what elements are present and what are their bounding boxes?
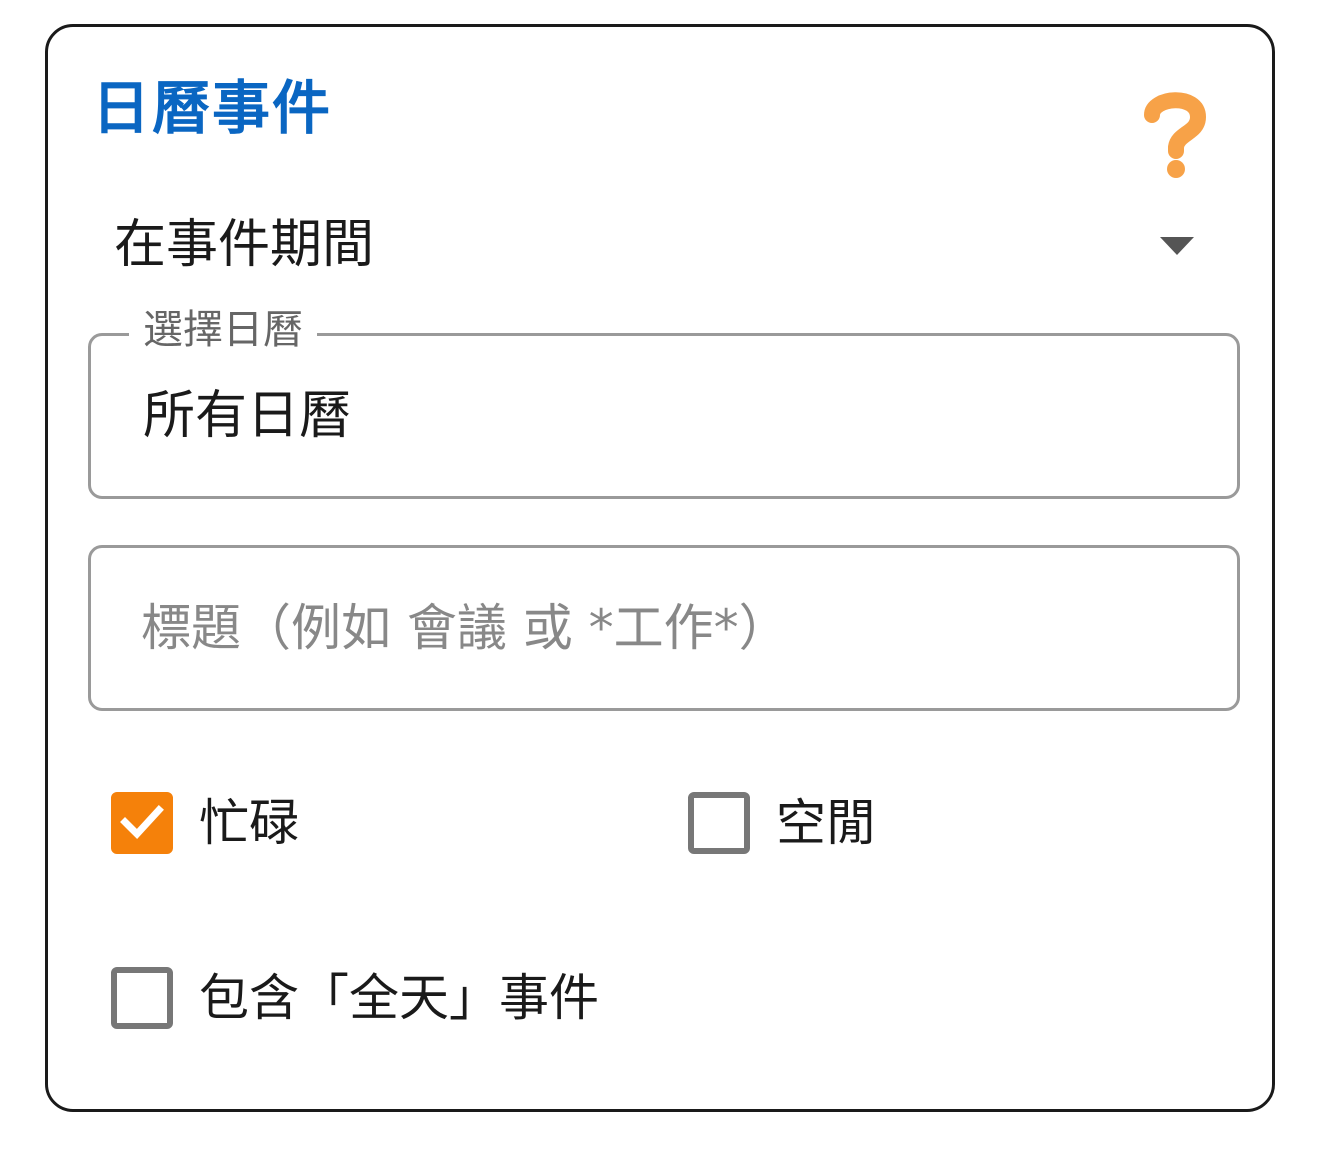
calendar-event-card: 日曆事件 在事件期間 選擇日曆 所有日曆 忙碌 空閒 包含「全天」事件 [45, 24, 1275, 1112]
timing-dropdown[interactable]: 在事件期間 [114, 207, 1194, 287]
card-title: 日曆事件 [92, 74, 333, 142]
free-label: 空閒 [776, 794, 876, 852]
busy-label: 忙碌 [199, 794, 299, 852]
checkmark-icon [120, 805, 164, 840]
free-option[interactable]: 空閒 [688, 792, 876, 854]
caret-down-icon [1160, 237, 1194, 255]
calendar-select-field[interactable]: 選擇日曆 所有日曆 [88, 306, 1240, 499]
busy-option[interactable]: 忙碌 [111, 792, 299, 854]
title-input[interactable] [141, 588, 1181, 668]
all-day-option[interactable]: 包含「全天」事件 [111, 967, 599, 1029]
title-field[interactable] [88, 545, 1240, 711]
free-checkbox[interactable] [688, 792, 750, 854]
busy-checkbox[interactable] [111, 792, 173, 854]
all-day-label: 包含「全天」事件 [199, 969, 599, 1027]
calendar-select-label: 選擇日曆 [129, 306, 317, 354]
all-day-checkbox[interactable] [111, 967, 173, 1029]
question-mark-icon[interactable] [1140, 89, 1210, 179]
timing-dropdown-value: 在事件期間 [114, 215, 375, 275]
calendar-select-value: 所有日曆 [143, 386, 352, 446]
